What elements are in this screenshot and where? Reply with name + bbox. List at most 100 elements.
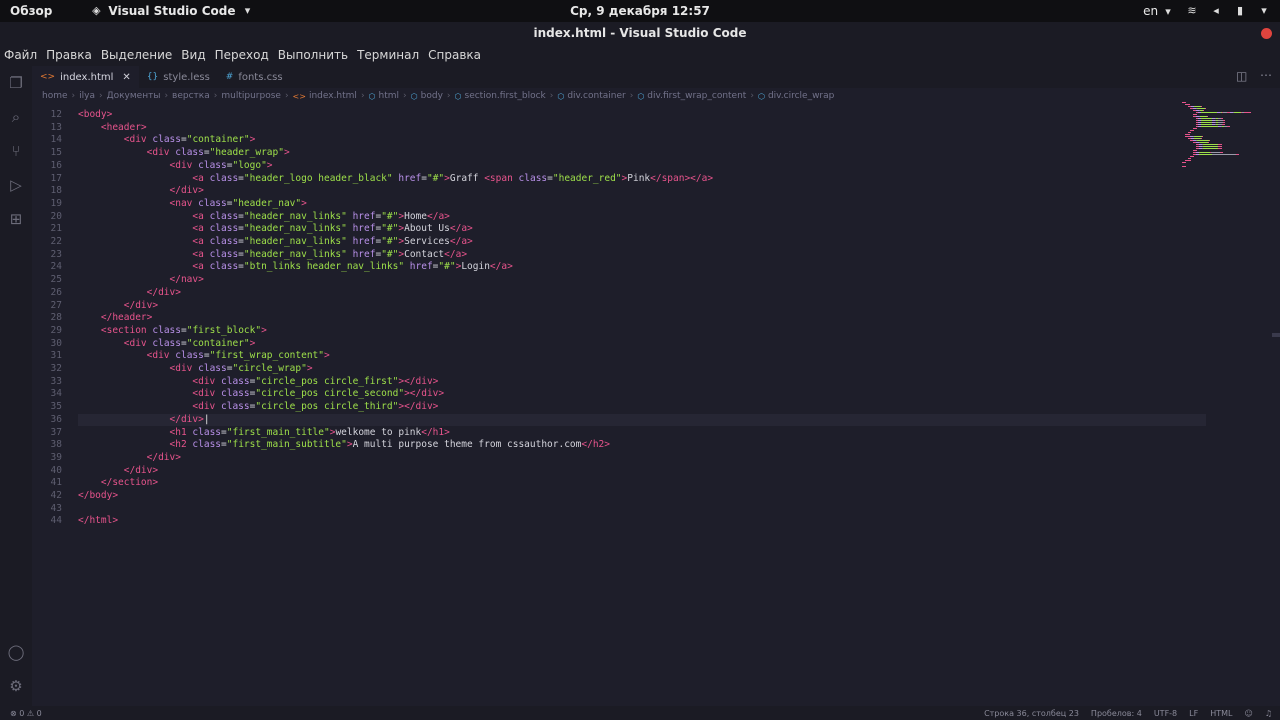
volume-icon[interactable]: ◂ bbox=[1210, 5, 1222, 17]
code-line[interactable]: 33 <div class="circle_pos circle_first">… bbox=[32, 376, 1172, 389]
activities-button[interactable]: Обзор bbox=[10, 4, 52, 18]
code-token: class bbox=[221, 375, 250, 387]
code-line[interactable]: 13 <header> bbox=[32, 122, 1172, 135]
line-number: 38 bbox=[50, 439, 62, 451]
tab-fonts-css[interactable]: # fonts.css bbox=[218, 66, 291, 88]
tab-style-less[interactable]: {} style.less bbox=[139, 66, 218, 88]
more-actions-icon[interactable]: ⋯ bbox=[1260, 69, 1272, 81]
chevron-down-icon[interactable]: ▾ bbox=[1258, 5, 1270, 17]
code-line[interactable]: 16 <div class="logo"> bbox=[32, 160, 1172, 173]
encoding[interactable]: UTF-8 bbox=[1154, 709, 1177, 718]
cursor-position[interactable]: Строка 36, столбец 23 bbox=[984, 709, 1079, 718]
breadcrumb-item[interactable]: div.circle_wrap bbox=[768, 91, 834, 101]
menu-help[interactable]: Справка bbox=[428, 48, 481, 62]
breadcrumb-item[interactable]: ilya bbox=[79, 91, 95, 101]
menu-go[interactable]: Переход bbox=[215, 48, 269, 62]
code-line[interactable]: 25 </nav> bbox=[32, 274, 1172, 287]
menu-file[interactable]: Файл bbox=[4, 48, 37, 62]
wifi-icon[interactable]: ≋ bbox=[1186, 5, 1198, 17]
code-line[interactable]: 36 </div>| bbox=[32, 414, 1172, 427]
app-menu-button[interactable]: ◈ Visual Studio Code ▾ bbox=[90, 4, 253, 18]
menu-run[interactable]: Выполнить bbox=[278, 48, 348, 62]
code-line[interactable]: 37 <h1 class="first_main_title">welkome … bbox=[32, 427, 1172, 440]
battery-icon[interactable]: ▮ bbox=[1234, 5, 1246, 17]
code-line[interactable]: 34 <div class="circle_pos circle_second"… bbox=[32, 388, 1172, 401]
code-line[interactable]: 31 <div class="first_wrap_content"> bbox=[32, 350, 1172, 363]
menu-edit[interactable]: Правка bbox=[46, 48, 92, 62]
code-line[interactable]: 18 </div> bbox=[32, 185, 1172, 198]
breadcrumb-item[interactable]: верстка bbox=[172, 91, 210, 101]
problems-indicator[interactable]: ⊗ 0 ⚠ 0 bbox=[10, 709, 42, 718]
code-token: "header_nav_links" bbox=[243, 210, 347, 222]
code-token: </a> bbox=[444, 248, 468, 260]
code-line[interactable]: 29 <section class="first_block"> bbox=[32, 325, 1172, 338]
code-line[interactable]: 35 <div class="circle_pos circle_third">… bbox=[32, 401, 1172, 414]
breadcrumb-item[interactable]: section.first_block bbox=[465, 91, 546, 101]
close-icon[interactable]: ✕ bbox=[122, 72, 130, 83]
code-line[interactable]: 42 </body> bbox=[32, 490, 1172, 503]
keyboard-layout-button[interactable]: en ▾ bbox=[1143, 4, 1174, 18]
menu-terminal[interactable]: Терминал bbox=[357, 48, 419, 62]
end-of-line[interactable]: LF bbox=[1189, 709, 1198, 718]
code-line[interactable]: 23 <a class="header_nav_links" href="#">… bbox=[32, 249, 1172, 262]
code-line[interactable]: 15 <div class="header_wrap"> bbox=[32, 147, 1172, 160]
breadcrumb-item[interactable]: home bbox=[42, 91, 68, 101]
code-token: "circle_wrap" bbox=[232, 363, 307, 374]
run-debug-icon[interactable]: ▷ bbox=[7, 176, 25, 194]
code-line[interactable]: 22 <a class="header_nav_links" href="#">… bbox=[32, 236, 1172, 249]
code-line[interactable]: 14 <div class="container"> bbox=[32, 134, 1172, 147]
code-line[interactable]: 27 </div> bbox=[32, 300, 1172, 313]
code-line[interactable]: 39 </div> bbox=[32, 452, 1172, 465]
code-line[interactable]: 43 bbox=[32, 503, 1172, 516]
breadcrumb-item[interactable]: div.container bbox=[567, 91, 625, 101]
code-line[interactable]: 26 </div> bbox=[32, 287, 1172, 300]
clock[interactable]: Ср, 9 декабря 12:57 bbox=[570, 4, 710, 18]
indentation[interactable]: Пробелов: 4 bbox=[1091, 709, 1142, 718]
breadcrumb-item[interactable]: body bbox=[421, 91, 443, 101]
code-line[interactable]: 21 <a class="header_nav_links" href="#">… bbox=[32, 223, 1172, 236]
search-icon[interactable]: ⌕ bbox=[7, 108, 25, 126]
code-line[interactable]: 32 <div class="circle_wrap"> bbox=[32, 363, 1172, 376]
code-line[interactable]: 24 <a class="btn_links header_nav_links"… bbox=[32, 261, 1172, 274]
breadcrumb-item[interactable]: html bbox=[379, 91, 400, 101]
minimap-stroke bbox=[1201, 118, 1213, 119]
code-line[interactable]: 20 <a class="header_nav_links" href="#">… bbox=[32, 211, 1172, 224]
code-line[interactable]: 28 </header> bbox=[32, 312, 1172, 325]
breadcrumb-item[interactable]: Документы bbox=[107, 91, 161, 101]
code-line[interactable]: 38 <h2 class="first_main_subtitle">A mul… bbox=[32, 439, 1172, 452]
code-line[interactable]: 41 </section> bbox=[32, 477, 1172, 490]
language-mode[interactable]: HTML bbox=[1210, 709, 1232, 718]
breadcrumb-item[interactable]: div.first_wrap_content bbox=[647, 91, 746, 101]
menu-view[interactable]: Вид bbox=[181, 48, 205, 62]
feedback-icon[interactable]: ☺ bbox=[1244, 709, 1252, 718]
code-line[interactable]: 12 <body> bbox=[32, 109, 1172, 122]
explorer-icon[interactable]: ❐ bbox=[7, 74, 25, 92]
minimap[interactable] bbox=[1178, 100, 1274, 180]
code-line[interactable]: 30 <div class="container"> bbox=[32, 338, 1172, 351]
breadcrumb-item[interactable]: index.html bbox=[309, 91, 357, 101]
code-editor[interactable]: 12 <body> 13 <header> 14 <div class="contai… bbox=[32, 103, 1206, 703]
code-line[interactable]: 19 <nav class="header_nav"> bbox=[32, 198, 1172, 211]
split-editor-icon[interactable]: ◫ bbox=[1236, 70, 1248, 82]
bell-icon[interactable]: ♫ bbox=[1265, 709, 1272, 718]
breadcrumb-item[interactable]: multipurpose bbox=[221, 91, 281, 101]
account-icon[interactable]: ◯ bbox=[7, 643, 25, 661]
source-control-icon[interactable]: ⑂ bbox=[7, 142, 25, 160]
code-line[interactable]: 44 </html> bbox=[32, 515, 1172, 528]
code-line[interactable]: 17 <a class="header_logo header_black" h… bbox=[32, 173, 1172, 186]
menu-selection[interactable]: Выделение bbox=[101, 48, 172, 62]
gear-icon[interactable]: ⚙ bbox=[7, 677, 25, 695]
tab-index-html[interactable]: <> index.html ✕ bbox=[32, 66, 139, 88]
close-window-button[interactable] bbox=[1261, 28, 1272, 39]
code-token: class bbox=[198, 363, 227, 374]
extensions-icon[interactable]: ⊞ bbox=[7, 210, 25, 228]
scrollbar-thumb[interactable] bbox=[1272, 333, 1280, 337]
minimap-stroke bbox=[1209, 140, 1210, 141]
minimap-stroke bbox=[1201, 124, 1213, 125]
chevron-right-icon: › bbox=[98, 91, 103, 101]
code-token: </div> bbox=[146, 286, 181, 298]
code-line[interactable]: 40 </div> bbox=[32, 465, 1172, 478]
